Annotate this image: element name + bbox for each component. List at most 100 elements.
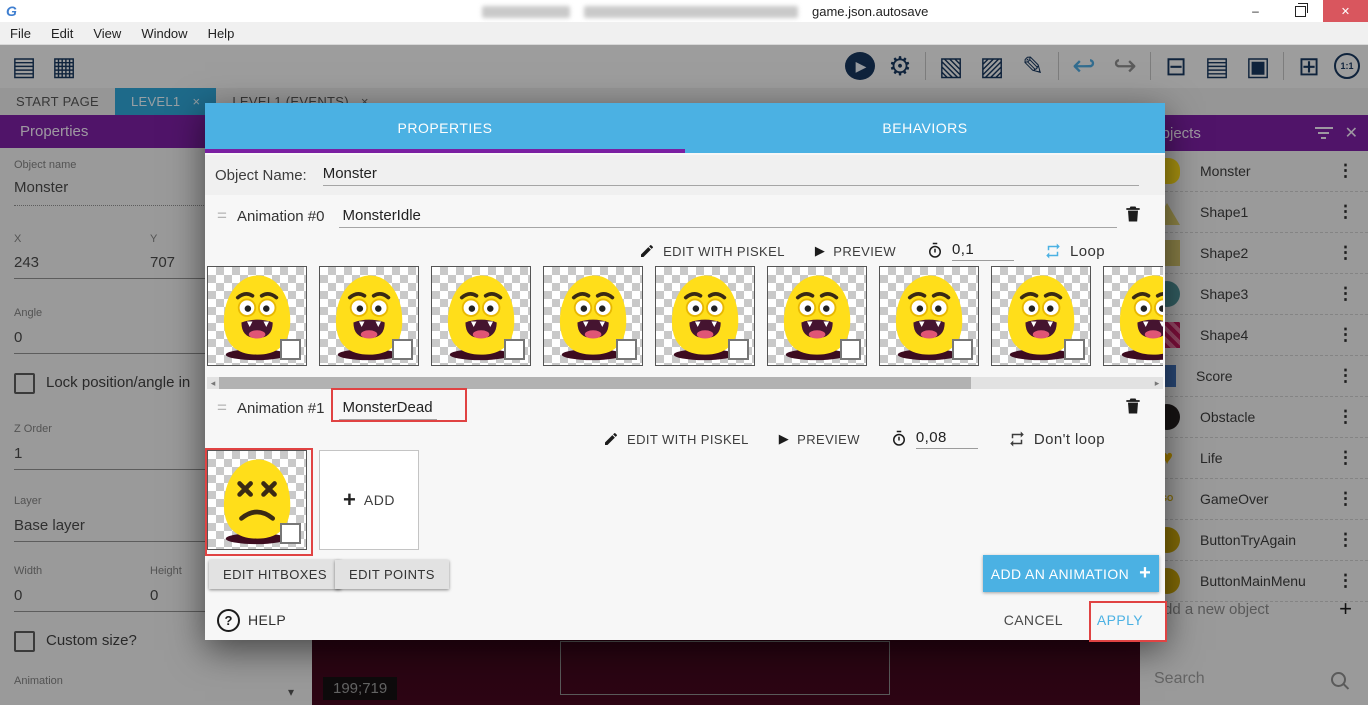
menu-item[interactable]: View bbox=[83, 26, 131, 41]
object-name-row: Object Name: Monster bbox=[205, 155, 1165, 195]
play-icon: ▶ bbox=[815, 243, 825, 259]
redacted-title-segment bbox=[482, 6, 570, 18]
plus-icon: + bbox=[343, 487, 356, 513]
dialog-tab-bar: PROPERTIES BEHAVIORS bbox=[205, 103, 1165, 153]
animation-1-controls: EDIT WITH PISKEL ▶ PREVIEW 0,08 Don't lo… bbox=[205, 425, 1165, 453]
play-icon: ▶ bbox=[779, 431, 789, 447]
frame-options-button[interactable] bbox=[1064, 339, 1085, 360]
plus-icon: + bbox=[1139, 562, 1151, 585]
frame-options-button[interactable] bbox=[616, 339, 637, 360]
object-name-input[interactable]: Monster bbox=[323, 165, 1139, 186]
frame-options-button[interactable] bbox=[280, 339, 301, 360]
animation-frame[interactable] bbox=[767, 266, 867, 366]
menu-item[interactable]: File bbox=[0, 26, 41, 41]
object-name-label: Object Name: bbox=[215, 167, 307, 184]
animation-frame[interactable] bbox=[1103, 266, 1163, 366]
preview-label: PREVIEW bbox=[797, 432, 860, 447]
loop-toggle[interactable]: Loop bbox=[1044, 242, 1105, 260]
object-editor-dialog: PROPERTIES BEHAVIORS Object Name: Monste… bbox=[205, 103, 1165, 640]
animation-0-title: Animation #0 bbox=[237, 208, 325, 225]
preview-button[interactable]: ▶ PREVIEW bbox=[779, 431, 860, 447]
frame-options-button[interactable] bbox=[392, 339, 413, 360]
time-between-frames-input[interactable]: 0,08 bbox=[916, 429, 978, 449]
delete-animation-icon[interactable] bbox=[1123, 204, 1143, 229]
apply-button[interactable]: APPLY bbox=[1097, 612, 1143, 628]
edit-with-piskel-button[interactable]: EDIT WITH PISKEL bbox=[639, 243, 785, 259]
tab-properties[interactable]: PROPERTIES bbox=[205, 103, 685, 153]
scroll-right-icon[interactable]: ▸ bbox=[1151, 378, 1163, 389]
title-bar: G game.json.autosave – ✕ bbox=[0, 0, 1368, 22]
stopwatch-icon bbox=[926, 242, 944, 260]
frames-scrollbar[interactable]: ◂ ▸ bbox=[207, 377, 1163, 389]
animation-frame[interactable] bbox=[431, 266, 531, 366]
frame-options-button[interactable] bbox=[728, 339, 749, 360]
edit-with-piskel-button[interactable]: EDIT WITH PISKEL bbox=[603, 431, 749, 447]
redacted-path-segment bbox=[584, 6, 798, 18]
animation-1-name-input[interactable]: MonsterDead bbox=[339, 397, 437, 420]
frame-options-button[interactable] bbox=[840, 339, 861, 360]
loop-toggle[interactable]: Don't loop bbox=[1008, 430, 1105, 448]
animation-0-frames bbox=[207, 266, 1163, 366]
animation-0-name-input[interactable]: MonsterIdle bbox=[339, 205, 1117, 228]
preview-label: PREVIEW bbox=[833, 244, 896, 259]
animation-0-controls: EDIT WITH PISKEL ▶ PREVIEW 0,1 Loop bbox=[205, 237, 1165, 265]
loop-icon bbox=[1044, 242, 1062, 260]
edit-with-piskel-label: EDIT WITH PISKEL bbox=[627, 432, 749, 447]
animation-0-header: = Animation #0 MonsterIdle bbox=[205, 199, 1165, 233]
animation-frame[interactable] bbox=[655, 266, 755, 366]
edit-with-piskel-label: EDIT WITH PISKEL bbox=[663, 244, 785, 259]
add-frame-button[interactable]: + ADD bbox=[319, 450, 419, 550]
preview-button[interactable]: ▶ PREVIEW bbox=[815, 243, 896, 259]
scrollbar-thumb[interactable] bbox=[219, 377, 971, 389]
window-title-text: game.json.autosave bbox=[812, 4, 928, 19]
time-between-frames: 0,1 bbox=[926, 241, 1014, 261]
active-tab-indicator bbox=[205, 149, 685, 153]
menu-item[interactable]: Help bbox=[198, 26, 245, 41]
add-animation-label: ADD AN ANIMATION bbox=[991, 566, 1129, 582]
stopwatch-icon bbox=[890, 430, 908, 448]
drag-handle-icon[interactable]: = bbox=[217, 398, 227, 418]
help-button[interactable]: ? HELP bbox=[217, 609, 286, 632]
frame-options-button[interactable] bbox=[504, 339, 525, 360]
gdevelop-logo-icon: G bbox=[6, 3, 17, 19]
help-icon: ? bbox=[217, 609, 240, 632]
dialog-footer: ? HELP CANCEL APPLY bbox=[205, 600, 1165, 640]
pencil-icon bbox=[639, 243, 655, 259]
add-animation-button[interactable]: ADD AN ANIMATION + bbox=[983, 555, 1159, 592]
loop-label: Don't loop bbox=[1034, 431, 1105, 448]
animation-1-header: = Animation #1 MonsterDead bbox=[205, 391, 1165, 425]
delete-animation-icon[interactable] bbox=[1123, 396, 1143, 421]
drag-handle-icon[interactable]: = bbox=[217, 206, 227, 226]
window-title: game.json.autosave bbox=[482, 4, 928, 19]
minimize-button[interactable]: – bbox=[1233, 0, 1278, 22]
close-button[interactable]: ✕ bbox=[1323, 0, 1368, 22]
edit-hitboxes-button[interactable]: EDIT HITBOXES bbox=[209, 560, 341, 589]
time-between-frames: 0,08 bbox=[890, 429, 978, 449]
animation-frame[interactable] bbox=[207, 266, 307, 366]
animation-frame[interactable] bbox=[207, 450, 307, 550]
add-frame-label: ADD bbox=[364, 492, 395, 508]
frames-strip bbox=[207, 450, 307, 550]
frame-options-button[interactable] bbox=[952, 339, 973, 360]
frame-options-button[interactable] bbox=[280, 523, 301, 544]
restore-icon bbox=[1295, 6, 1306, 17]
tab-behaviors[interactable]: BEHAVIORS bbox=[685, 103, 1165, 153]
restore-button[interactable] bbox=[1278, 0, 1323, 22]
menu-item[interactable]: Window bbox=[131, 26, 197, 41]
loop-label: Loop bbox=[1070, 243, 1105, 260]
window-controls: – ✕ bbox=[1233, 0, 1368, 22]
animation-frame[interactable] bbox=[319, 266, 419, 366]
edit-points-button[interactable]: EDIT POINTS bbox=[335, 560, 449, 589]
animation-frame[interactable] bbox=[879, 266, 979, 366]
cancel-button[interactable]: CANCEL bbox=[1004, 612, 1063, 628]
help-label: HELP bbox=[248, 612, 286, 628]
animation-1-title: Animation #1 bbox=[237, 400, 325, 417]
time-between-frames-input[interactable]: 0,1 bbox=[952, 241, 1014, 261]
menu-item[interactable]: Edit bbox=[41, 26, 83, 41]
pencil-icon bbox=[603, 431, 619, 447]
animation-1-frames: + ADD bbox=[207, 450, 419, 550]
loop-icon bbox=[1008, 430, 1026, 448]
scroll-left-icon[interactable]: ◂ bbox=[207, 378, 219, 389]
animation-frame[interactable] bbox=[991, 266, 1091, 366]
animation-frame[interactable] bbox=[543, 266, 643, 366]
